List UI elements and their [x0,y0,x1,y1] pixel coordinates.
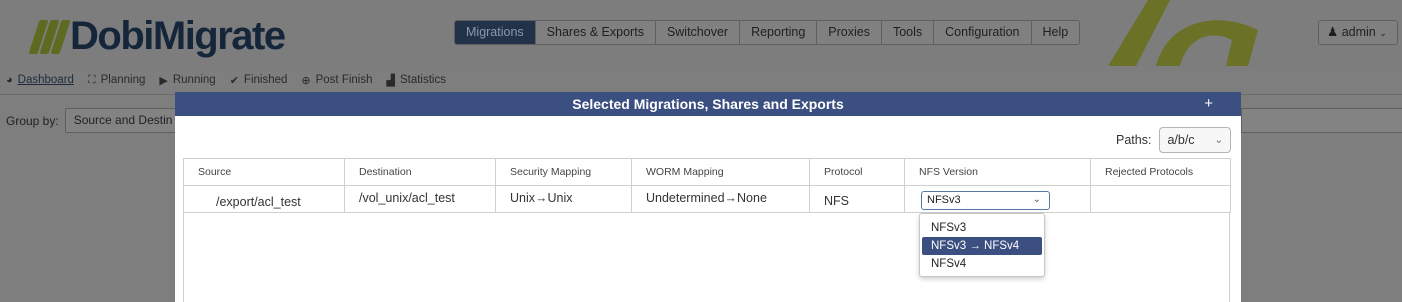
paths-select[interactable]: a/b/c ⌄ [1159,127,1232,153]
column-header-worm-mapping[interactable]: WORM Mapping [631,158,810,186]
table-header-row: Source Destination Security Mapping WORM… [183,158,1231,186]
nav-switchover[interactable]: Switchover [655,21,741,44]
group-by-label: Group by: [6,113,59,128]
chevron-down-icon: ⌄ [1214,134,1224,146]
migrations-table: Source Destination Security Mapping WORM… [183,158,1231,213]
column-header-rejected-protocols[interactable]: Rejected Protocols [1090,158,1231,186]
column-header-source[interactable]: Source [183,158,345,186]
table-empty-area [183,212,1230,302]
sitemap-icon: ⛶ [87,73,96,86]
nfs-version-value: NFSv3 [927,194,961,206]
nfs-option-nfsv3-to-nfsv4[interactable]: NFSv3 → NFSv4 [922,237,1042,255]
column-header-nfs-version[interactable]: NFS Version [904,158,1091,186]
nfs-version-select[interactable]: NFSv3 ⌄ [921,191,1050,210]
cell-destination: /vol_unix/acl_test [344,185,496,213]
subnav-running[interactable]: ▶ Running [159,74,215,87]
table-row[interactable]: /export/acl_test /vol_unix/acl_test Unix… [183,185,1231,213]
group-by-select[interactable]: Source and Destin [64,108,185,133]
subnav-running-label: Running [172,74,216,86]
cell-security-mapping: Unix→Unix [495,185,632,213]
subnav-dashboard-label: Dashboard [17,74,74,86]
subnav-post-finish[interactable]: ⊕ Post Finish [301,74,372,87]
subnav-planning-label: Planning [100,74,146,86]
paths-label: Paths: [1116,133,1152,147]
cell-worm-mapping: Undetermined→None [631,185,810,213]
paths-value: a/b/c [1167,133,1195,147]
user-menu-button[interactable]: ♟ admin ⌄ [1318,20,1398,45]
cell-source: /export/acl_test [183,185,345,213]
subnav-planning[interactable]: ⛶ Planning [88,74,145,87]
subnav-statistics-label: Statistics [399,74,446,86]
user-name: admin [1341,25,1376,39]
nav-tools[interactable]: Tools [881,21,935,44]
check-icon: ✔ [229,74,239,87]
dashboard-icon: ◕ [6,74,13,86]
brand-decoration-icon [1108,0,1258,66]
paths-control: Paths: a/b/c ⌄ [1116,127,1232,153]
nfs-option-nfsv3[interactable]: NFSv3 [922,219,1042,237]
sub-nav: ◕ Dashboard ⛶ Planning ▶ Running ✔ Finis… [0,68,1402,92]
user-icon: ♟ [1327,25,1339,39]
column-header-security-mapping[interactable]: Security Mapping [495,158,632,186]
modal-header: Selected Migrations, Shares and Exports … [175,92,1241,116]
subnav-finished[interactable]: ✔ Finished [230,74,288,87]
logo-mark-icon [28,16,71,56]
nav-proxies[interactable]: Proxies [817,21,882,44]
add-icon[interactable]: + [1204,92,1213,116]
subnav-finished-label: Finished [243,74,288,86]
bar-chart-icon: ▟ [386,74,395,87]
nfs-version-dropdown: NFSv3 NFSv3 → NFSv4 NFSv4 [919,213,1045,277]
nav-help[interactable]: Help [1031,21,1080,44]
cell-protocol: NFS [809,185,905,213]
nfs-option-nfsv4[interactable]: NFSv4 [922,255,1042,273]
selected-migrations-modal: Selected Migrations, Shares and Exports … [175,92,1241,302]
chevron-down-icon: ⌄ [1379,28,1387,38]
subnav-post-finish-label: Post Finish [315,74,373,86]
group-by: Group by: Source and Destin [6,108,185,133]
column-header-protocol[interactable]: Protocol [809,158,905,186]
filter-input[interactable] [1241,108,1402,133]
lifebuoy-icon: ⊕ [301,74,311,87]
nav-configuration[interactable]: Configuration [934,21,1032,44]
logo-text: DobiMigrate [70,13,286,58]
main-nav: Migrations Shares & Exports Switchover R… [454,20,1081,45]
top-bar: DobiMigrate Migrations Shares & Exports … [0,0,1402,66]
nav-shares-exports[interactable]: Shares & Exports [535,21,656,44]
nav-migrations[interactable]: Migrations [455,21,536,44]
cell-rejected-protocols [1090,185,1231,213]
modal-title: Selected Migrations, Shares and Exports [572,96,844,112]
chevron-down-icon: ⌄ [1032,194,1041,205]
dobimigrate-logo[interactable]: DobiMigrate [28,10,286,62]
subnav-statistics[interactable]: ▟ Statistics [387,74,446,87]
play-icon: ▶ [159,74,168,87]
nav-reporting[interactable]: Reporting [740,21,818,44]
subnav-dashboard[interactable]: ◕ Dashboard [6,74,74,86]
column-header-destination[interactable]: Destination [344,158,496,186]
